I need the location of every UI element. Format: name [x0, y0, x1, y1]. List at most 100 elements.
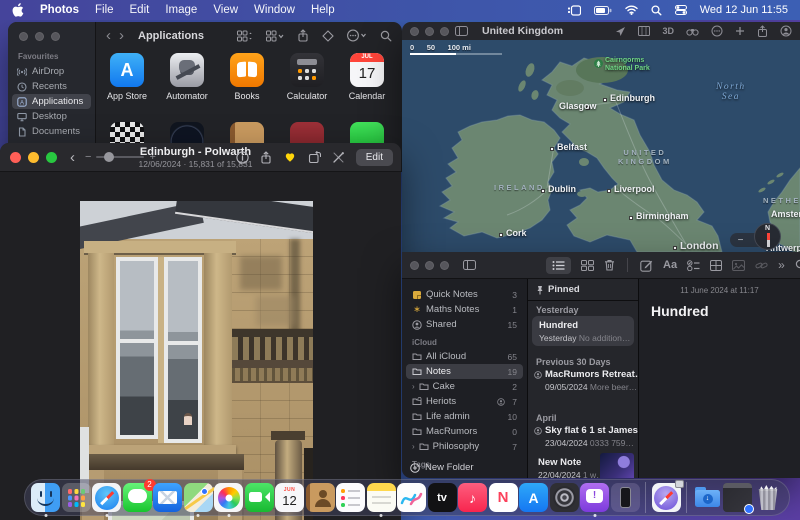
dock-app-store[interactable]: A — [519, 483, 548, 512]
dock-finder[interactable] — [31, 483, 60, 517]
map-mode-icon[interactable] — [638, 26, 651, 36]
note-row-macrumors[interactable]: MacRumors Retreat… 09/05/2024 More beer… — [534, 369, 638, 392]
sidebar-toggle-icon[interactable] — [463, 260, 476, 270]
more-icon[interactable] — [711, 25, 723, 37]
active-app-menu[interactable]: Photos — [40, 4, 79, 16]
new-folder-button[interactable]: New Folder — [410, 462, 474, 473]
maps-traffic-lights[interactable] — [410, 26, 449, 36]
share-icon[interactable] — [297, 29, 309, 42]
sidebar-item-heriots[interactable]: Heriots 7 — [406, 394, 523, 409]
stage-manager-icon[interactable] — [567, 4, 581, 16]
disclosure-chevron-icon[interactable]: › — [412, 382, 415, 391]
spotlight-search-icon[interactable] — [651, 4, 662, 16]
back-button[interactable]: ‹ — [106, 28, 111, 43]
disclosure-chevron-icon[interactable]: › — [412, 442, 415, 451]
sidebar-item-shared[interactable]: Shared 15 — [406, 317, 523, 332]
dock-messages[interactable]: 2 — [122, 479, 156, 512]
list-view-button[interactable] — [546, 256, 571, 274]
media-icon[interactable] — [732, 259, 746, 271]
map-canvas[interactable]: 0 50 100 mi Cairngorms National Park Edin… — [402, 40, 800, 252]
rotate-icon[interactable] — [308, 150, 321, 164]
delete-note-icon[interactable] — [604, 259, 615, 271]
dock-downloads-folder[interactable]: ↓ — [693, 483, 722, 512]
app-calculator[interactable]: Calculator — [278, 53, 336, 101]
dock-contacts[interactable] — [305, 483, 335, 512]
menu-view[interactable]: View — [213, 4, 238, 16]
account-icon[interactable] — [780, 25, 792, 37]
dock-iphone-mirroring[interactable] — [610, 483, 640, 512]
format-icon[interactable]: Aa — [663, 259, 677, 271]
info-icon[interactable] — [236, 150, 249, 164]
sidebar-item-applications[interactable]: A Applications — [12, 94, 91, 109]
menu-bar-clock[interactable]: Wed 12 Jun 11:55 — [700, 4, 788, 16]
link-icon[interactable] — [755, 260, 768, 271]
new-note-icon[interactable] — [640, 259, 653, 272]
gallery-view-button[interactable] — [581, 259, 594, 271]
dock-maps[interactable] — [183, 483, 216, 517]
notes-toolbar[interactable]: Aa » — [402, 252, 800, 279]
dock-reminders[interactable] — [336, 483, 365, 512]
notes-traffic-lights[interactable] — [410, 260, 449, 270]
map-compass[interactable]: N — [754, 223, 781, 250]
close-button[interactable] — [410, 26, 419, 36]
maps-titlebar[interactable]: United Kingdom 3D — [402, 22, 800, 40]
menu-edit[interactable]: Edit — [130, 4, 150, 16]
icon-view-sort-icon[interactable] — [237, 30, 253, 42]
dock-trash[interactable] — [754, 483, 783, 512]
close-button[interactable] — [19, 32, 28, 41]
menu-window[interactable]: Window — [254, 4, 295, 16]
minimize-button[interactable] — [425, 260, 434, 270]
dock-safari-preview[interactable] — [651, 480, 684, 512]
dock-music[interactable]: ♪ — [458, 483, 487, 512]
sidebar-toggle-icon[interactable] — [455, 26, 468, 36]
forward-button[interactable]: › — [119, 28, 124, 43]
auto-enhance-icon[interactable] — [332, 151, 345, 164]
zoom-button[interactable] — [440, 26, 449, 36]
location-arrow-icon[interactable] — [615, 26, 626, 37]
sidebar-item-desktop[interactable]: Desktop — [12, 109, 91, 124]
sidebar-item-cake[interactable]: › Cake 2 — [406, 379, 523, 394]
photos-titlebar[interactable]: ‹ − + Edinburgh - Polwarth 12/06/2024 · … — [0, 143, 401, 172]
minimize-button[interactable] — [28, 151, 39, 163]
share-icon[interactable] — [260, 150, 272, 164]
sidebar-item-recents[interactable]: Recents — [12, 79, 91, 94]
sidebar-item-macrumors[interactable]: MacRumors 0 — [406, 424, 523, 439]
checklist-icon[interactable] — [687, 259, 700, 271]
add-icon[interactable] — [735, 26, 745, 36]
overflow-chevrons-icon[interactable]: » — [778, 258, 785, 272]
edit-button[interactable]: Edit — [355, 148, 393, 166]
zoom-button[interactable] — [46, 151, 57, 163]
sidebar-item-notes[interactable]: Notes 19 — [406, 364, 523, 379]
app-automator[interactable]: Automator — [158, 53, 216, 101]
note-editor[interactable]: 11 June 2024 at 11:17 Hundred — [639, 279, 800, 478]
table-icon[interactable] — [710, 259, 723, 271]
menu-image[interactable]: Image — [165, 4, 197, 16]
zoom-button[interactable] — [51, 32, 60, 41]
dock-calendar[interactable]: JUN 12 — [275, 483, 304, 512]
dock-feedback-assistant[interactable]: ! — [580, 483, 609, 517]
dock-apple-tv[interactable]: tv — [427, 483, 457, 512]
dock-facetime[interactable] — [244, 483, 274, 512]
apple-logo-icon[interactable] — [12, 3, 24, 17]
look-around-icon[interactable] — [686, 26, 699, 36]
menu-help[interactable]: Help — [311, 4, 335, 16]
sidebar-item-all-icloud[interactable]: All iCloud 65 — [406, 349, 523, 364]
note-row-hundred[interactable]: Hundred Yesterday No addition… — [532, 316, 634, 346]
dock-notes[interactable] — [366, 483, 396, 517]
photos-traffic-lights[interactable] — [10, 151, 57, 163]
sidebar-item-philosophy[interactable]: › Philosophy 7 — [406, 439, 523, 454]
search-icon[interactable] — [380, 30, 392, 42]
dock-freeform[interactable] — [397, 483, 426, 512]
wifi-icon[interactable] — [625, 5, 638, 15]
dock-mail[interactable] — [153, 483, 182, 512]
sidebar-item-airdrop[interactable]: AirDrop — [12, 64, 91, 79]
share-icon[interactable] — [757, 25, 768, 37]
dock-news[interactable]: N — [488, 483, 518, 512]
slider-knob[interactable] — [104, 151, 115, 162]
sidebar-item-maths-notes[interactable]: ∗ Maths Notes 1 — [406, 302, 523, 317]
app-books[interactable]: Books — [218, 53, 276, 101]
battery-icon[interactable] — [593, 5, 612, 15]
sidebar-item-quick-notes[interactable]: Quick Notes 3 — [406, 287, 523, 302]
finder-traffic-lights[interactable] — [8, 22, 95, 41]
minimize-button[interactable] — [425, 26, 434, 36]
